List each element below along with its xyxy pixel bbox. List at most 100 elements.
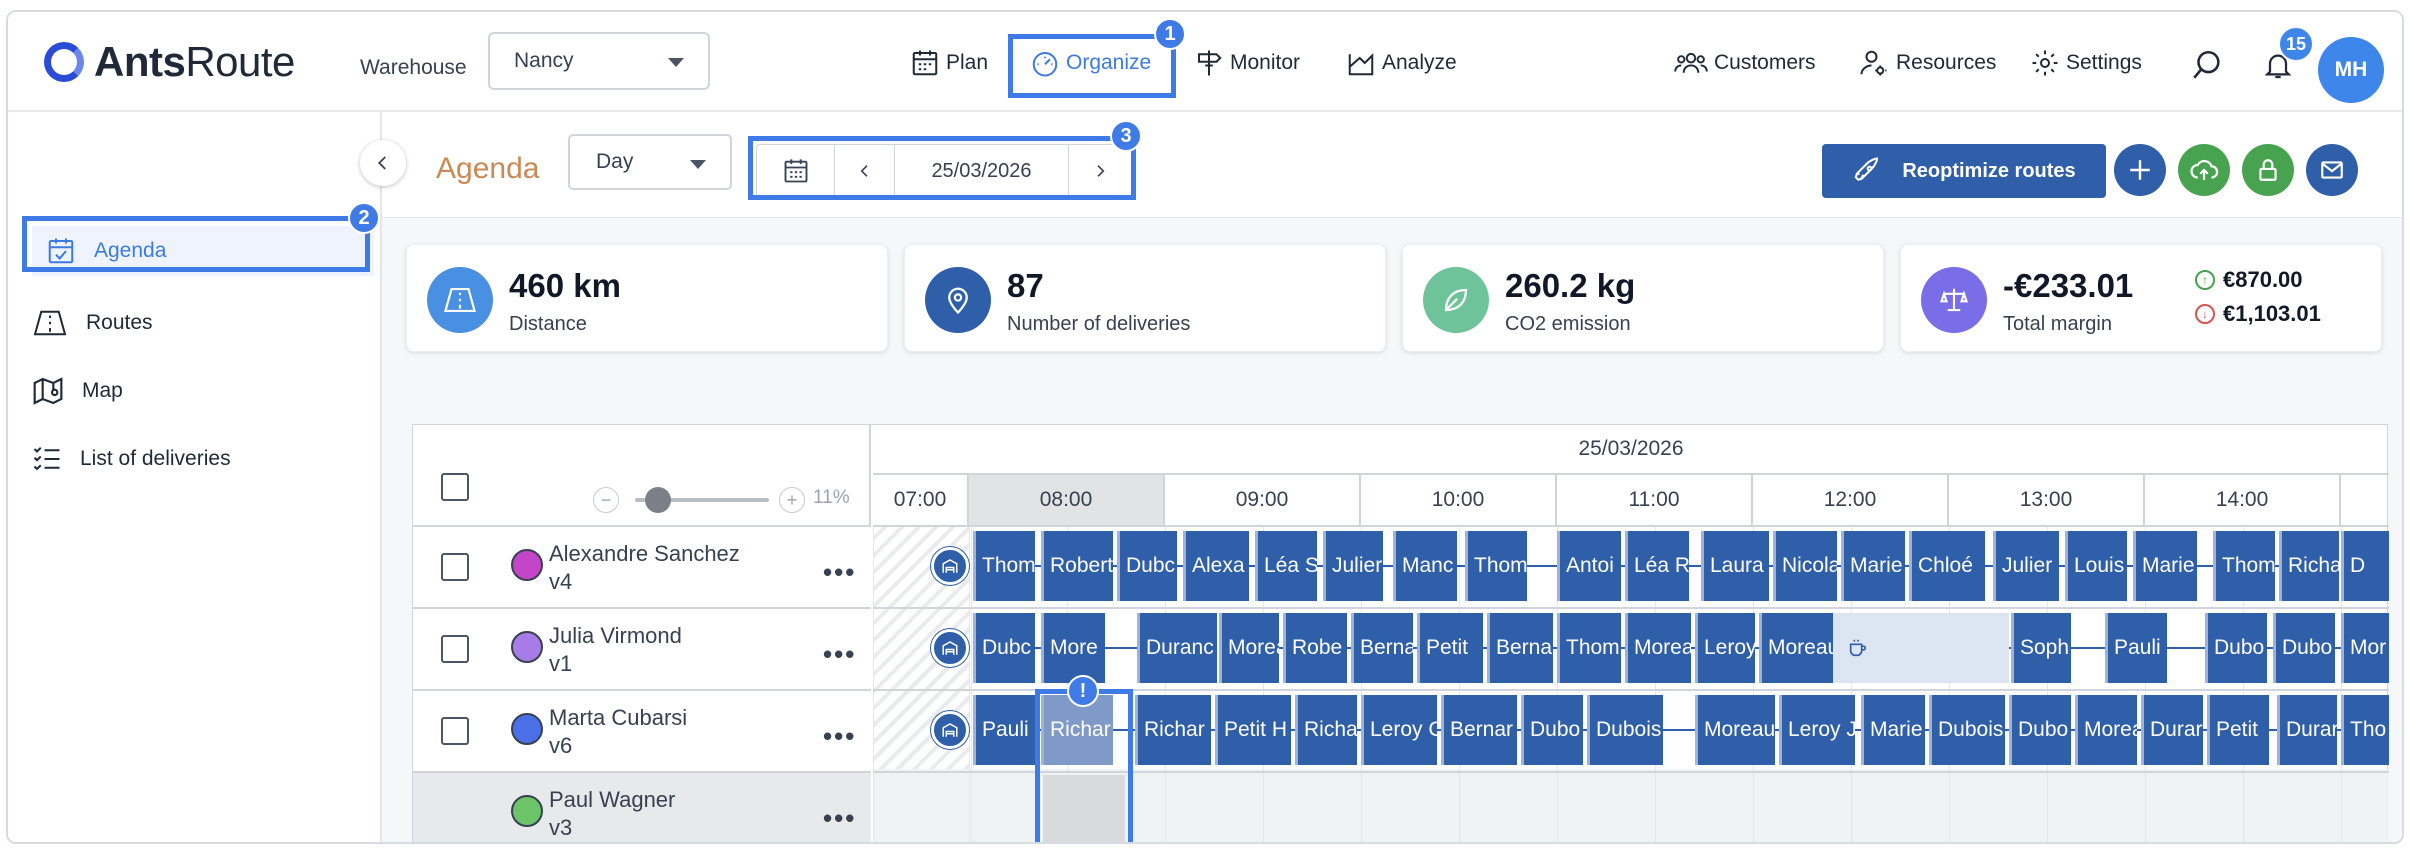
more-options-icon[interactable]: ••• bbox=[823, 639, 856, 670]
delivery-task[interactable]: Dubo bbox=[2009, 695, 2071, 765]
depot-icon[interactable] bbox=[931, 629, 969, 667]
delivery-task[interactable]: Thom bbox=[973, 531, 1035, 601]
depot-icon[interactable] bbox=[931, 547, 969, 585]
delivery-task[interactable]: Manc bbox=[1393, 531, 1457, 601]
delivery-task[interactable]: Léa R bbox=[1625, 531, 1689, 601]
location-pin-icon bbox=[925, 267, 991, 333]
driver-row[interactable]: Julia Virmond v1 ••• bbox=[413, 607, 871, 689]
delivery-task[interactable]: Petit bbox=[2207, 695, 2269, 765]
delivery-task[interactable]: Tho bbox=[2341, 695, 2389, 765]
break-block[interactable] bbox=[1833, 613, 2009, 683]
delivery-task[interactable]: Léa S bbox=[1255, 531, 1317, 601]
row-checkbox[interactable] bbox=[441, 635, 469, 663]
cloud-upload-button[interactable] bbox=[2178, 144, 2230, 196]
vehicle-color-dot bbox=[511, 795, 543, 827]
nav-customers[interactable]: Customers bbox=[1674, 48, 1816, 78]
delivery-task[interactable]: D bbox=[2341, 531, 2389, 601]
delivery-task[interactable]: Moreau bbox=[1695, 695, 1775, 765]
delivery-task[interactable]: Robert bbox=[1041, 531, 1113, 601]
delivery-task[interactable]: Laura bbox=[1701, 531, 1769, 601]
delivery-task[interactable]: Durar bbox=[2277, 695, 2337, 765]
nav-analyze[interactable]: Analyze bbox=[1346, 48, 1457, 78]
delivery-task[interactable]: Morea bbox=[1625, 613, 1691, 683]
user-avatar[interactable]: MH bbox=[2318, 37, 2384, 103]
delivery-task[interactable]: Richar bbox=[1135, 695, 1211, 765]
delivery-task[interactable]: Marie bbox=[1861, 695, 1925, 765]
delivery-task[interactable]: Julier bbox=[1323, 531, 1383, 601]
email-button[interactable] bbox=[2306, 144, 2358, 196]
delivery-task[interactable]: Durar bbox=[2141, 695, 2203, 765]
more-options-icon[interactable]: ••• bbox=[823, 803, 856, 834]
delivery-task[interactable]: Pauli bbox=[973, 695, 1035, 765]
delivery-task[interactable]: Morea bbox=[2075, 695, 2137, 765]
zoom-in-button[interactable]: + bbox=[779, 487, 805, 513]
delivery-task[interactable]: Julier bbox=[1993, 531, 2059, 601]
chevron-down-icon bbox=[668, 58, 684, 67]
nav-resources[interactable]: Resources bbox=[1858, 48, 1996, 78]
delivery-task[interactable]: Thom bbox=[1465, 531, 1527, 601]
add-button[interactable] bbox=[2114, 144, 2166, 196]
delivery-task[interactable]: Bernar bbox=[1441, 695, 1517, 765]
delivery-task[interactable]: Dubo bbox=[1521, 695, 1583, 765]
delivery-task[interactable]: Mor bbox=[2341, 613, 2389, 683]
driver-row[interactable]: Paul Wagner v3 ••• bbox=[413, 771, 871, 842]
delivery-task[interactable]: Nicola bbox=[1773, 531, 1837, 601]
delivery-task[interactable]: Petit bbox=[1417, 613, 1483, 683]
depot-icon[interactable] bbox=[931, 711, 969, 749]
delivery-task[interactable]: Thom bbox=[1557, 613, 1621, 683]
delivery-task[interactable]: Petit H bbox=[1215, 695, 1291, 765]
zoom-slider-handle[interactable] bbox=[645, 487, 671, 513]
delivery-task[interactable]: Dubc bbox=[1117, 531, 1177, 601]
delivery-task[interactable]: Robe bbox=[1283, 613, 1347, 683]
nav-plan[interactable]: Plan bbox=[910, 48, 988, 78]
delivery-task[interactable]: Leroy J bbox=[1779, 695, 1855, 765]
sidebar-item-map[interactable]: Map bbox=[32, 366, 123, 416]
reoptimize-routes-button[interactable]: Reoptimize routes bbox=[1822, 144, 2106, 198]
sidebar-item-routes[interactable]: Routes bbox=[32, 298, 153, 348]
driver-row[interactable]: Marta Cubarsi v6 ••• bbox=[413, 689, 871, 771]
search-button[interactable] bbox=[2190, 50, 2230, 80]
delivery-task[interactable]: Dubo bbox=[2205, 613, 2267, 683]
delivery-task[interactable]: Leroy C bbox=[1361, 695, 1437, 765]
delivery-task[interactable]: Chloé bbox=[1909, 531, 1985, 601]
delivery-task[interactable]: Dubo bbox=[2273, 613, 2335, 683]
zoom-out-button[interactable]: − bbox=[593, 487, 619, 513]
nav-settings[interactable]: Settings bbox=[2030, 48, 2142, 78]
view-select[interactable]: Day bbox=[568, 134, 732, 190]
more-options-icon[interactable]: ••• bbox=[823, 721, 856, 752]
select-all-checkbox[interactable] bbox=[441, 473, 469, 501]
delivery-task[interactable]: Richa bbox=[2279, 531, 2339, 601]
margin-value: -€233.01 bbox=[2003, 267, 2134, 304]
delivery-task[interactable]: Duranc bbox=[1137, 613, 1217, 683]
delivery-task[interactable]: Bernar bbox=[1487, 613, 1553, 683]
row-checkbox[interactable] bbox=[441, 553, 469, 581]
delivery-task[interactable]: Leroy bbox=[1695, 613, 1755, 683]
row-checkbox[interactable] bbox=[441, 717, 469, 745]
delivery-task[interactable]: Marie bbox=[1841, 531, 1905, 601]
delivery-task[interactable]: Dubc bbox=[973, 613, 1035, 683]
delivery-task[interactable]: Richa bbox=[1295, 695, 1357, 765]
delivery-task[interactable]: Moreau bbox=[1759, 613, 1833, 683]
plus-icon bbox=[2130, 160, 2150, 180]
delivery-task[interactable]: Pauli bbox=[2105, 613, 2167, 683]
warehouse-select[interactable]: Nancy bbox=[488, 32, 710, 90]
delivery-task[interactable]: Morea bbox=[1219, 613, 1279, 683]
nav-monitor[interactable]: Monitor bbox=[1194, 48, 1300, 78]
calendar-icon bbox=[912, 50, 938, 76]
driver-row[interactable]: Alexandre Sanchez v4 ••• bbox=[413, 525, 871, 607]
sidebar-item-list-of-deliveries[interactable]: List of deliveries bbox=[32, 434, 231, 484]
delivery-task[interactable]: Alexa bbox=[1183, 531, 1249, 601]
collapse-sidebar-button[interactable] bbox=[360, 140, 406, 186]
delivery-task[interactable]: Dubois bbox=[1587, 695, 1663, 765]
more-options-icon[interactable]: ••• bbox=[823, 557, 856, 588]
delivery-task[interactable]: Louis bbox=[2065, 531, 2127, 601]
delivery-task[interactable]: Soph bbox=[2011, 613, 2071, 683]
delivery-task[interactable]: Berna bbox=[1351, 613, 1413, 683]
lock-button[interactable] bbox=[2242, 144, 2294, 196]
delivery-task[interactable]: Marie bbox=[2133, 531, 2197, 601]
delivery-task[interactable]: More bbox=[1041, 613, 1105, 683]
antsroute-logo[interactable]: AntsRoute bbox=[44, 38, 295, 86]
delivery-task[interactable]: Antoi bbox=[1557, 531, 1621, 601]
delivery-task[interactable]: Thom bbox=[2213, 531, 2275, 601]
delivery-task[interactable]: Dubois bbox=[1929, 695, 2005, 765]
